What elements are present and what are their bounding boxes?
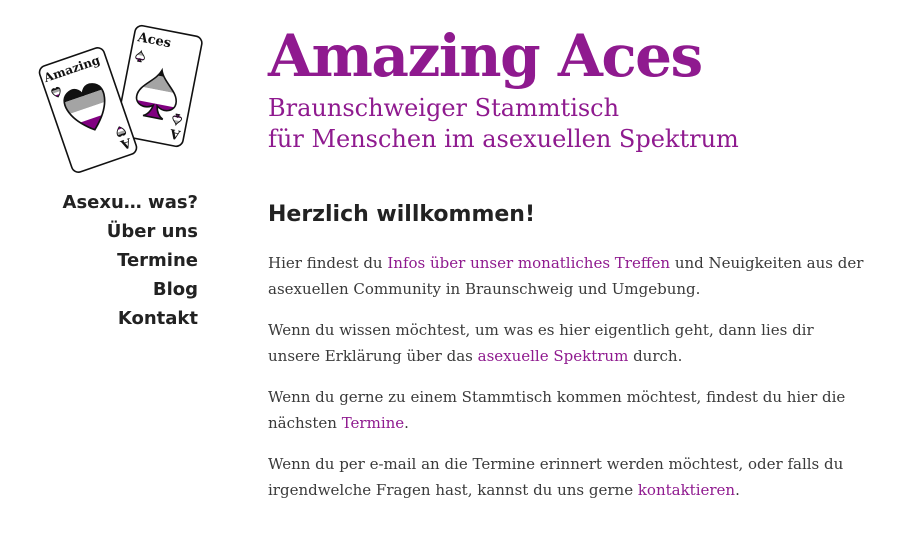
subtitle-line-2: für Menschen im asexuellen Spektrum: [268, 125, 739, 153]
nav-item-kontakt[interactable]: Kontakt: [40, 304, 198, 333]
nav-item-termine[interactable]: Termine: [40, 246, 198, 275]
spectrum-link[interactable]: asexuelle Spektrum: [478, 347, 629, 365]
contact-text-end: .: [735, 481, 740, 499]
nav-item-ueber-uns[interactable]: Über uns: [40, 217, 198, 246]
site-title[interactable]: Amazing Aces: [268, 18, 703, 94]
page-heading: Herzlich willkommen!: [268, 202, 535, 227]
main-nav: Asexu… was? Über uns Termine Blog Kontak…: [40, 188, 198, 333]
dates-link[interactable]: Termine: [342, 414, 404, 432]
main-content: Herzlich willkommen! Hier findest du Inf…: [268, 198, 868, 518]
intro-text-start: Hier findest du: [268, 254, 388, 272]
spectrum-text-end: durch.: [628, 347, 683, 365]
contact-text-start: Wenn du per e-mail an die Termine erinne…: [268, 455, 844, 499]
intro-paragraph: Hier findest du Infos über unser monatli…: [268, 250, 868, 302]
nav-item-asexu-was[interactable]: Asexu… was?: [40, 188, 198, 217]
site-subtitle: Braunschweiger Stammtisch für Menschen i…: [268, 93, 739, 155]
contact-paragraph: Wenn du per e-mail an die Termine erinne…: [268, 451, 868, 503]
dates-text-end: .: [404, 414, 409, 432]
site-logo[interactable]: Aces A Amazing A: [26, 22, 206, 174]
meeting-info-link[interactable]: Infos über unser monatliches Treffen: [387, 254, 670, 272]
ace-of-hearts-card: Amazing A: [38, 47, 138, 173]
spectrum-paragraph: Wenn du wissen möchtest, um was es hier …: [268, 317, 868, 369]
dates-paragraph: Wenn du gerne zu einem Stammtisch kommen…: [268, 384, 868, 436]
contact-link[interactable]: kontaktieren: [638, 481, 735, 499]
subtitle-line-1: Braunschweiger Stammtisch: [268, 94, 620, 122]
nav-item-blog[interactable]: Blog: [40, 275, 198, 304]
